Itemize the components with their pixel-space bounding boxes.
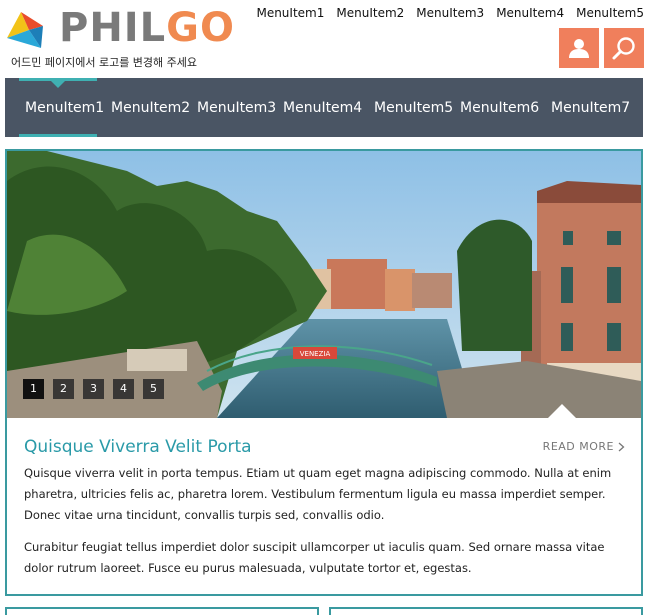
main-nav-item-2[interactable]: MenuItem2 bbox=[111, 78, 190, 137]
main-nav-item-6[interactable]: MenuItem6 bbox=[460, 78, 539, 137]
top-menu-item-5[interactable]: MenuItem5 bbox=[576, 6, 644, 20]
bottom-card-left bbox=[5, 607, 319, 615]
logo-text-go: GO bbox=[166, 5, 236, 51]
top-menu-item-4[interactable]: MenuItem4 bbox=[496, 6, 564, 20]
top-menu-item-3[interactable]: MenuItem3 bbox=[416, 6, 484, 20]
read-more-label: READ MORE bbox=[542, 440, 614, 453]
post-paragraph-2: Curabitur feugiat tellus imperdiet dolor… bbox=[24, 540, 605, 575]
site-logo[interactable]: PHILGO bbox=[5, 6, 234, 50]
slider-dot-2[interactable]: 2 bbox=[53, 379, 74, 399]
logo-change-note: 어드민 페이지에서 로고를 변경해 주세요 bbox=[11, 56, 198, 69]
main-nav-item-1[interactable]: MenuItem1 bbox=[25, 78, 104, 137]
search-icon bbox=[612, 37, 635, 60]
featured-post-card: VENEZIA 1 2 3 4 5 Quisque Viverra Velit … bbox=[5, 149, 643, 596]
main-navigation: MenuItem1 MenuItem2 MenuItem3 MenuItem4 … bbox=[5, 78, 643, 137]
search-button[interactable] bbox=[604, 28, 644, 68]
main-nav-item-4[interactable]: MenuItem4 bbox=[283, 78, 362, 137]
user-icon bbox=[569, 39, 589, 58]
bottom-card-right bbox=[329, 607, 643, 615]
slide-image-venice-canal: VENEZIA bbox=[7, 151, 641, 418]
slider-notch bbox=[548, 404, 576, 418]
slider-pagination: 1 2 3 4 5 bbox=[23, 379, 173, 399]
top-menu: MenuItem1 MenuItem2 MenuItem3 MenuItem4 … bbox=[244, 6, 644, 20]
slider-dot-3[interactable]: 3 bbox=[83, 379, 104, 399]
slider-dot-1[interactable]: 1 bbox=[23, 379, 44, 399]
image-slider[interactable]: VENEZIA 1 2 3 4 5 bbox=[7, 151, 641, 418]
chevron-right-icon bbox=[618, 442, 625, 451]
main-nav-item-7[interactable]: MenuItem7 bbox=[551, 78, 630, 137]
main-nav-item-5[interactable]: MenuItem5 bbox=[374, 78, 453, 137]
top-menu-item-1[interactable]: MenuItem1 bbox=[256, 6, 324, 20]
slider-dot-4[interactable]: 4 bbox=[113, 379, 134, 399]
logo-wordmark: PHILGO bbox=[59, 6, 235, 50]
main-nav-item-3[interactable]: MenuItem3 bbox=[197, 78, 276, 137]
logo-text-phil: PHIL bbox=[59, 5, 167, 51]
post-title[interactable]: Quisque Viverra Velit Porta bbox=[24, 437, 252, 457]
user-button[interactable] bbox=[559, 28, 599, 68]
post-paragraph-1: Quisque viverra velit in porta tempus. E… bbox=[24, 466, 612, 522]
logo-mark-icon bbox=[7, 12, 43, 48]
slider-dot-5[interactable]: 5 bbox=[143, 379, 164, 399]
header: PHILGO 어드민 페이지에서 로고를 변경해 주세요 MenuItem1 M… bbox=[0, 0, 647, 78]
top-menu-item-2[interactable]: MenuItem2 bbox=[336, 6, 404, 20]
bridge-sign-text: VENEZIA bbox=[300, 350, 331, 358]
read-more-link[interactable]: READ MORE bbox=[543, 440, 625, 453]
